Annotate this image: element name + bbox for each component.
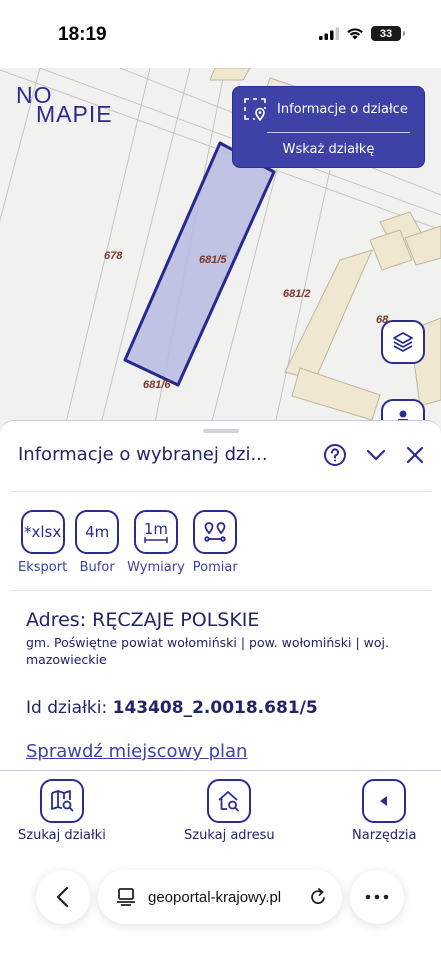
export-button[interactable]: *xlsx [20,510,65,554]
parcel-label: 681/2 [283,288,311,300]
tools-row: *xlsx Eksport 4m Bufor 1m Wymiary Pomiar [18,510,238,575]
search-address-button[interactable] [207,779,252,823]
dimensions-tool[interactable]: 1m Wymiary [127,510,185,575]
divider [10,590,431,591]
parcel-details-panel: Informacje o wybranej dzi... *xlsx Ekspo… [0,420,441,770]
address-heading: Adres: RĘCZAJE POLSKIE [26,609,260,631]
battery-icon: 33 [371,26,405,41]
layers-button[interactable] [381,320,425,364]
parcel-id-label: Id działki: [26,698,108,718]
ruler-line-icon [144,537,168,543]
more-button[interactable] [350,870,404,924]
tab-icon [117,888,135,906]
parcel-label: 681/6 [143,379,171,391]
nomapie-logo: NO MAPIE [16,82,113,127]
reload-icon[interactable] [308,887,328,907]
dimensions-label: Wymiary [127,560,185,575]
export-tool[interactable]: *xlsx Eksport [18,510,67,575]
tools-label: Narzędzia [352,828,417,843]
triangle-left-icon [380,796,388,806]
parcel-label: 678 [104,250,123,262]
address-detail: gm. Poświętne powiat wołomiński | pow. w… [26,635,389,667]
bottom-nav: Szukaj działki Szukaj adresu Narzędzia [0,770,441,850]
nav-search-address[interactable]: Szukaj adresu [184,779,275,843]
search-parcel-label: Szukaj działki [18,828,106,843]
chevron-down-icon[interactable] [365,444,387,466]
parcel-info-row[interactable]: Informacje o działce [243,97,408,121]
search-parcel-button[interactable] [39,779,84,823]
two-pins-icon [204,522,226,542]
panel-grabber[interactable] [203,429,239,433]
signal-icon [319,27,339,40]
measure-tool[interactable]: Pomiar [193,510,238,575]
parcel-info-card[interactable]: Informacje o działce Wskaż działkę [232,86,425,168]
address-bar[interactable]: geoportal-krajowy.pl [98,870,342,924]
close-icon[interactable] [405,445,425,465]
map-search-icon [51,790,74,812]
buffer-tool[interactable]: 4m Bufor [75,510,120,575]
card-divider [267,132,410,133]
more-dots-icon [365,894,389,900]
show-parcel-button[interactable]: Wskaż działkę [233,142,424,157]
buffer-label: Bufor [79,560,115,575]
wifi-icon [347,28,363,40]
building [284,249,373,381]
back-button[interactable] [36,870,90,924]
parcel-id: Id działki: 143408_2.0018.681/5 [26,698,318,718]
chevron-left-icon [56,886,69,908]
export-label: Eksport [18,560,68,575]
parcel-info-label: Informacje o działce [277,101,408,117]
status-bar: 18:19 33 [0,0,441,68]
measure-label: Pomiar [192,560,238,575]
parcel-id-value: 143408_2.0018.681/5 [112,698,318,718]
dimensions-value: 1m [143,520,169,538]
parcel-label: 681/5 [199,254,227,266]
browser-toolbar: geoportal-krajowy.pl [0,850,441,960]
help-icon[interactable] [323,443,347,467]
panel-actions [323,443,425,467]
divider [10,491,431,492]
buffer-button[interactable]: 4m [75,510,120,554]
panel-title: Informacje o wybranej dzi... [18,444,268,465]
layers-icon [393,332,413,352]
status-icons: 33 [319,26,405,41]
local-plan-link[interactable]: Sprawdź miejscowy plan [26,741,247,762]
nav-tools[interactable]: Narzędzia [352,779,417,843]
search-address-label: Szukaj adresu [184,828,275,843]
measure-button[interactable] [193,510,238,554]
status-time: 18:19 [58,24,107,45]
building [209,68,251,81]
dimensions-button[interactable]: 1m [133,510,178,554]
select-area-pin-icon [244,98,266,121]
building [291,367,381,421]
house-search-icon [218,791,240,812]
tools-button[interactable] [362,779,407,823]
nav-search-parcel[interactable]: Szukaj działki [18,779,106,843]
url-text: geoportal-krajowy.pl [148,888,282,906]
